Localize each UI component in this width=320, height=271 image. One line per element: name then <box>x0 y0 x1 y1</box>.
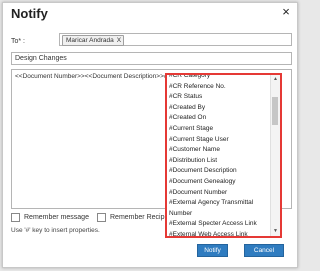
property-item[interactable]: #External Agency Transmittal <box>169 198 271 209</box>
property-suggestion-dropdown[interactable]: #CR Category #CR Reference No. #CR Status #… <box>165 73 282 238</box>
property-item[interactable]: #Created By <box>169 103 271 114</box>
recipient-name: Maricar Andrada <box>66 37 114 44</box>
remove-recipient-icon[interactable]: X <box>117 37 121 44</box>
property-list: #CR Category #CR Reference No. #CR Status #… <box>169 75 271 236</box>
property-item[interactable]: #Current Stage <box>169 124 271 135</box>
property-item[interactable]: #CR Category <box>169 75 271 82</box>
scroll-thumb[interactable] <box>272 97 278 125</box>
remember-recipient-option[interactable]: Remember Recipie <box>97 213 170 222</box>
recipient-chip: Maricar Andrada X <box>62 35 125 46</box>
to-field[interactable]: Maricar Andrada X <box>59 33 292 46</box>
property-item[interactable]: #Customer Name <box>169 145 271 156</box>
property-item[interactable]: #External Specter Access Link <box>169 219 271 230</box>
message-body-text: <<Document Number>><<Document Descriptio… <box>15 73 168 80</box>
property-item[interactable]: #External Web Access Link <box>169 230 271 236</box>
close-icon[interactable]: × <box>279 5 293 19</box>
cancel-button[interactable]: Cancel <box>244 244 284 257</box>
dropdown-scrollbar[interactable]: ▲ ▼ <box>270 75 280 236</box>
scroll-down-icon[interactable]: ▼ <box>271 227 280 236</box>
property-item[interactable]: #Document Description <box>169 166 271 177</box>
notify-button[interactable]: Notify <box>197 244 228 257</box>
remember-message-label: Remember message <box>24 214 89 221</box>
scroll-up-icon[interactable]: ▲ <box>271 75 280 84</box>
to-label: To* : <box>11 38 26 45</box>
remember-recipient-checkbox[interactable] <box>97 213 106 222</box>
remember-message-option[interactable]: Remember message <box>11 213 89 222</box>
property-item[interactable]: Number <box>169 209 271 220</box>
property-item[interactable]: #Document Genealogy <box>169 177 271 188</box>
remember-recipient-label: Remember Recipie <box>110 214 170 221</box>
property-item[interactable]: #Created On <box>169 113 271 124</box>
insert-properties-hint: Use '#' key to insert properties. <box>11 227 100 234</box>
dialog-title: Notify <box>11 6 48 21</box>
property-item[interactable]: #CR Status <box>169 92 271 103</box>
property-item[interactable]: #Document Number <box>169 188 271 199</box>
subject-input[interactable]: Design Changes <box>11 52 292 65</box>
property-item[interactable]: #Distribution List <box>169 156 271 167</box>
remember-message-checkbox[interactable] <box>11 213 20 222</box>
property-item[interactable]: #CR Reference No. <box>169 82 271 93</box>
property-item[interactable]: #Current Stage User <box>169 135 271 146</box>
